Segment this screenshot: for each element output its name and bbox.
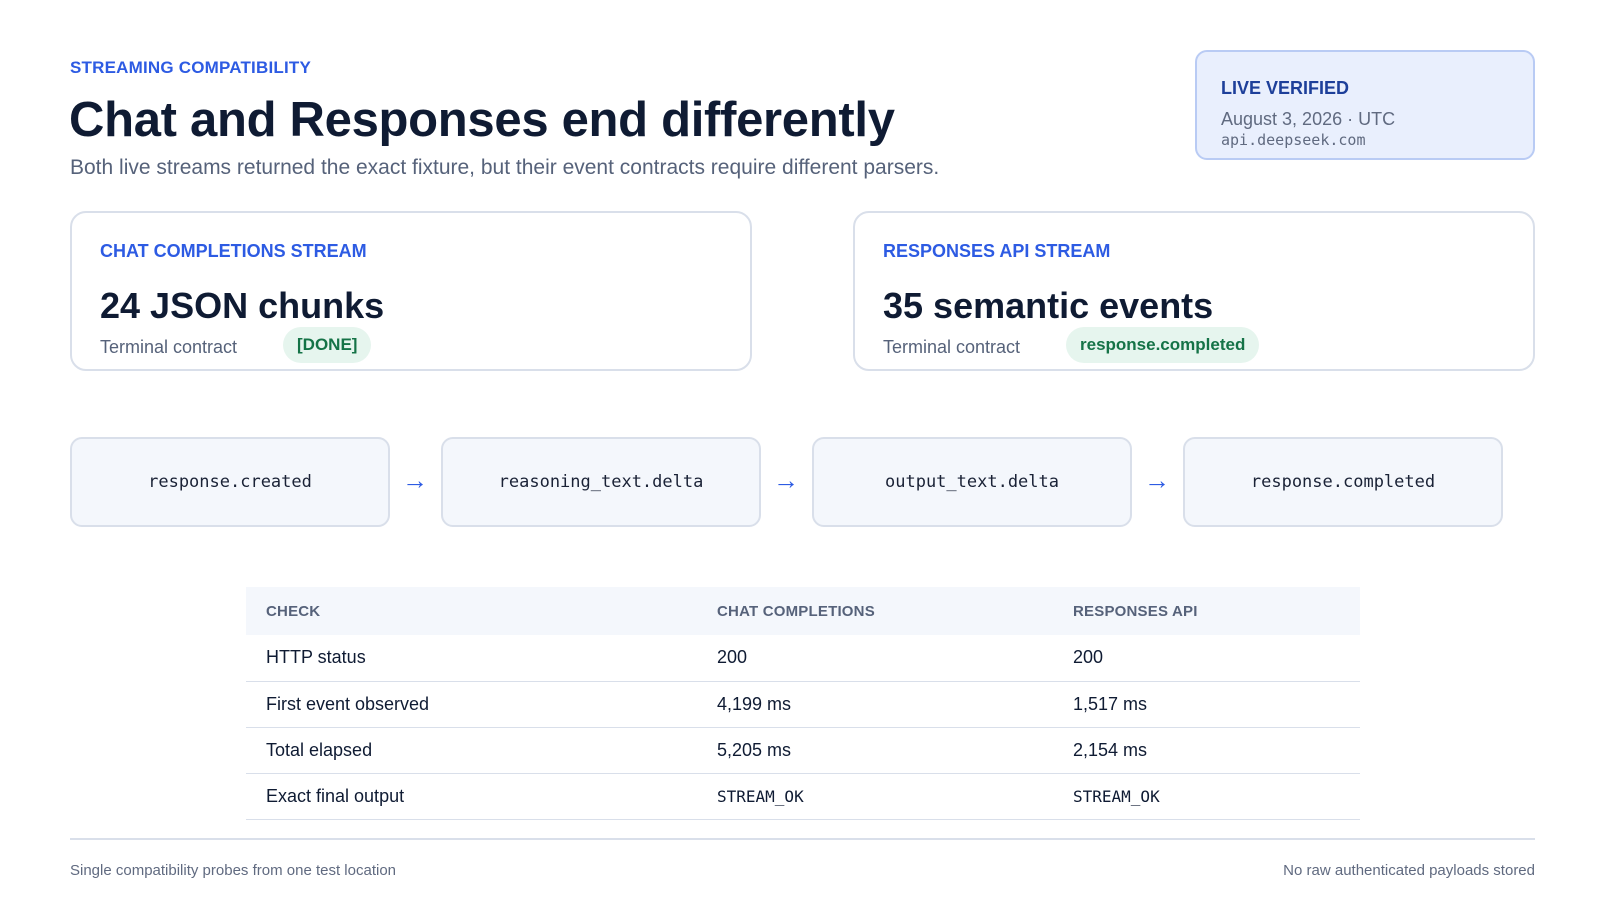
verification-title: LIVE VERIFIED <box>1221 78 1350 98</box>
page-title: Chat and Responses end differently <box>69 93 895 147</box>
chat-value-cell: 5,205 ms <box>697 727 1053 774</box>
responses-stream-card: RESPONSES API STREAM 35 semantic events … <box>853 211 1535 371</box>
chat-stream-eyebrow: CHAT COMPLETIONS STREAM <box>100 241 367 261</box>
chat-value-cell: 200 <box>697 635 1053 682</box>
responses-value-cell: STREAM_OK <box>1053 773 1360 820</box>
check-cell: Total elapsed <box>246 727 697 774</box>
column-header-chat: CHAT COMPLETIONS <box>697 587 1053 635</box>
table-row: First event observed 4,199 ms 1,517 ms <box>246 681 1360 728</box>
footer-note-left: Single compatibility probes from one tes… <box>70 862 397 879</box>
check-cell: HTTP status <box>246 635 697 682</box>
table-row: Total elapsed 5,205 ms 2,154 ms <box>246 727 1360 774</box>
footer-divider <box>70 838 1535 840</box>
verification-host: api.deepseek.com <box>1221 131 1366 149</box>
flow-step-response-created: response.created <box>70 437 390 527</box>
flow-arrow-icon: → <box>1144 465 1170 495</box>
event-flow: response.created → reasoning_text.delta … <box>70 437 1504 527</box>
comparison-table: CHECK CHAT COMPLETIONS RESPONSES API HTT… <box>246 587 1360 820</box>
responses-stream-metric: 35 semantic events <box>883 285 1214 326</box>
chat-stream-card: CHAT COMPLETIONS STREAM 24 JSON chunks T… <box>70 211 752 371</box>
column-header-check: CHECK <box>246 587 697 635</box>
chat-stream-metric: 24 JSON chunks <box>100 285 385 326</box>
check-cell: First event observed <box>246 681 697 728</box>
page-subtitle: Both live streams returned the exact fix… <box>70 156 940 179</box>
flow-step-response-completed: response.completed <box>1183 437 1503 527</box>
flow-step-output-text-delta: output_text.delta <box>812 437 1132 527</box>
table-row: Exact final output STREAM_OK STREAM_OK <box>246 773 1360 820</box>
responses-contract-badge: response.completed <box>1066 327 1260 363</box>
column-header-responses: RESPONSES API <box>1053 587 1360 635</box>
responses-stream-eyebrow: RESPONSES API STREAM <box>883 241 1111 261</box>
responses-value-cell: 1,517 ms <box>1053 681 1360 728</box>
table-row: HTTP status 200 200 <box>246 635 1360 682</box>
responses-contract-label: Terminal contract <box>883 337 1021 357</box>
flow-arrow-icon: → <box>773 465 799 495</box>
flow-arrow-icon: → <box>402 465 428 495</box>
table-header-row: CHECK CHAT COMPLETIONS RESPONSES API <box>246 587 1360 635</box>
flow-step-reasoning-text-delta: reasoning_text.delta <box>441 437 761 527</box>
chat-value-cell: STREAM_OK <box>697 773 1053 820</box>
responses-value-cell: 200 <box>1053 635 1360 682</box>
chat-contract-badge: [DONE] <box>283 327 372 363</box>
check-cell: Exact final output <box>246 773 697 820</box>
chat-value-cell: 4,199 ms <box>697 681 1053 728</box>
section-eyebrow: STREAMING COMPATIBILITY <box>70 58 312 77</box>
verification-date: August 3, 2026 · UTC <box>1221 109 1396 129</box>
verification-card: LIVE VERIFIED August 3, 2026 · UTC api.d… <box>1195 50 1535 160</box>
responses-value-cell: 2,154 ms <box>1053 727 1360 774</box>
footer-note-right: No raw authenticated payloads stored <box>1283 862 1535 879</box>
chat-contract-label: Terminal contract <box>100 337 238 357</box>
